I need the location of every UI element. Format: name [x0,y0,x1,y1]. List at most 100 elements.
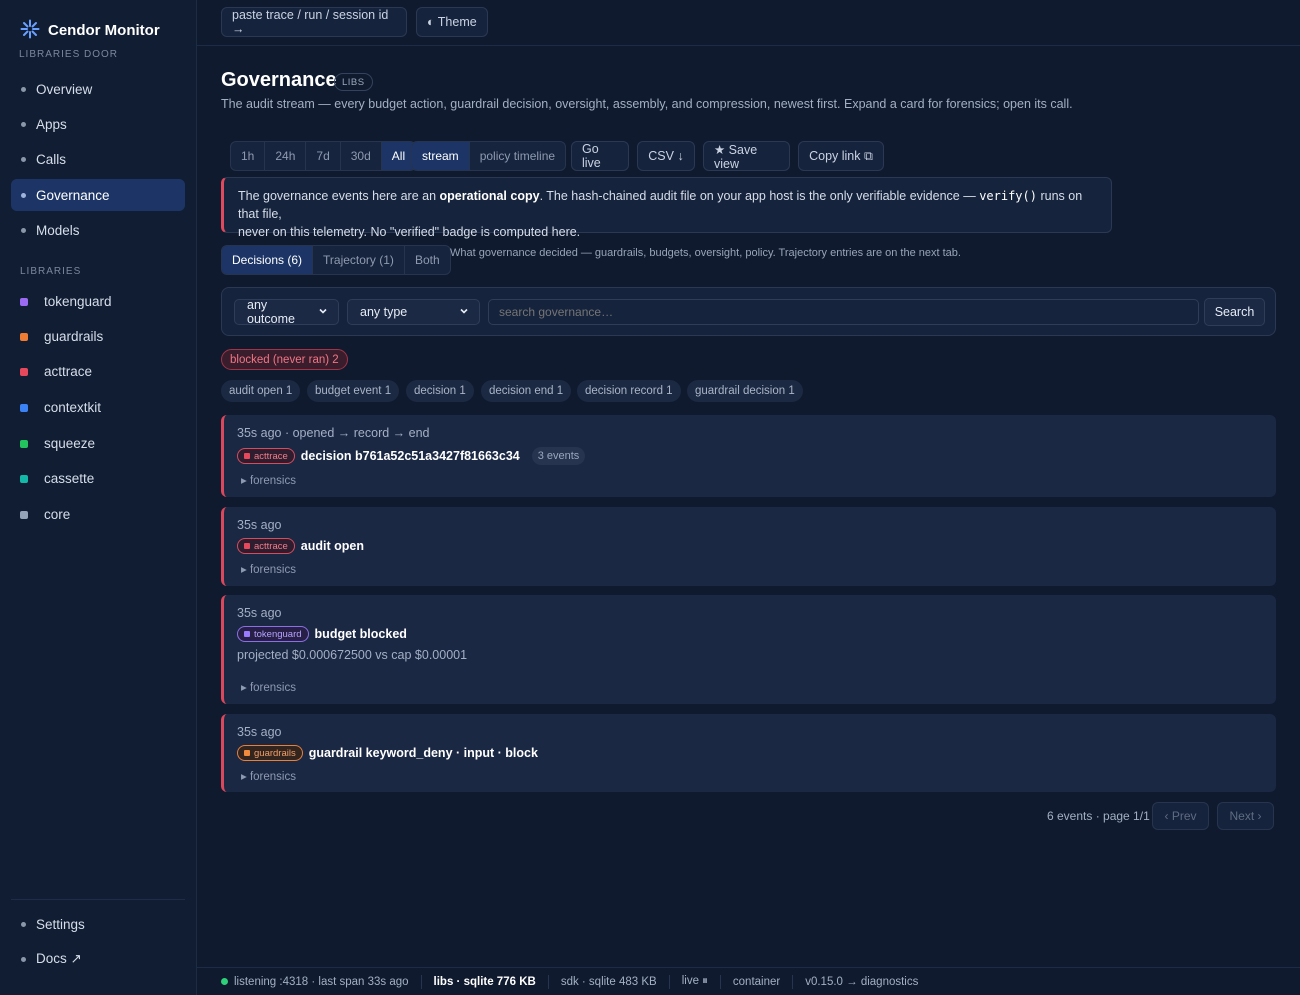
library-item-acttrace[interactable]: acttrace [20,364,92,379]
bullet-icon [21,121,26,127]
bullet-icon [21,86,26,92]
nav-item-settings[interactable]: Settings [11,908,185,940]
go-live-button[interactable]: Go live [571,141,629,171]
nav-item-docs[interactable]: Docs ↗ [11,943,185,975]
event-header: acttrace decision b761a52c51a3427f81663c… [237,447,586,465]
forensics-toggle[interactable]: ▸ forensics [241,680,296,694]
live-toggle[interactable]: live ⏸ [670,974,721,989]
blocked-filter-chip[interactable]: blocked (never ran) 2 [221,349,348,370]
sidebar: Cendor Monitor LIBRARIES DOOR Overview A… [0,0,197,995]
library-color-icon [20,403,28,412]
library-item-contextkit[interactable]: contextkit [20,400,101,415]
event-title: budget blocked [314,627,407,641]
nav-label: Models [36,222,80,238]
page-subtitle: The audit stream — every budget action, … [221,97,1073,111]
event-time: 35s ago [237,725,282,739]
type-chip-audit-open[interactable]: audit open 1 [221,380,301,402]
nav-item-models[interactable]: Models [11,214,185,246]
sdk-db-status: sdk · sqlite 483 KB [549,974,670,989]
tab-both[interactable]: Both [405,246,450,274]
library-color-icon [244,453,250,459]
forensics-toggle[interactable]: ▸ forensics [241,562,296,576]
type-value: any type [360,305,408,319]
library-label: squeeze [44,436,96,451]
library-color-icon [20,474,28,483]
version-link[interactable]: v0.15.0 → diagnostics [793,975,930,989]
library-label: guardrails [44,329,104,344]
forensics-toggle[interactable]: ▸ forensics [241,769,296,783]
type-chip-decision-end[interactable]: decision end 1 [481,380,572,402]
warning-emphasis: operational copy [439,189,540,203]
range-7d[interactable]: 7d [306,142,341,170]
outcome-value: any outcome [247,298,295,326]
tab-decisions[interactable]: Decisions (6) [222,246,314,274]
library-item-core[interactable]: core [20,507,70,522]
bullet-icon [21,956,26,962]
asterisk-logo-icon [20,19,40,42]
warning-line-1: The governance events here are an operat… [238,187,1097,223]
event-card[interactable]: 35s ago acttrace audit open ▸ forensics [221,507,1276,586]
view-stream[interactable]: stream [412,142,470,170]
event-title: decision b761a52c51a3427f81663c34 [300,449,520,463]
library-tag: guardrails [237,745,303,761]
search-button[interactable]: Search [1204,298,1265,326]
event-card[interactable]: 35s ago tokenguard budget blocked projec… [221,595,1276,704]
brand[interactable]: Cendor Monitor [20,19,160,42]
type-chip-decision[interactable]: decision 1 [406,380,474,402]
nav-item-calls[interactable]: Calls [11,143,185,175]
library-label: contextkit [44,400,102,415]
library-tag-label: acttrace [254,450,288,462]
container-status: container [721,974,794,989]
library-item-tokenguard[interactable]: tokenguard [20,294,112,309]
library-item-squeeze[interactable]: squeeze [20,436,95,451]
type-chip-guardrail-decision[interactable]: guardrail decision 1 [687,380,803,402]
filter-bar: any outcome any type Search [221,287,1276,336]
range-1h[interactable]: 1h [231,142,266,170]
trace-search-input[interactable]: paste trace / run / session id → [221,7,407,37]
library-color-icon [244,543,250,549]
type-select[interactable]: any type [347,299,480,325]
library-item-cassette[interactable]: cassette [20,471,94,486]
range-24h[interactable]: 24h [265,142,307,170]
event-card[interactable]: 35s ago guardrails guardrail keyword_den… [221,714,1276,792]
theme-button[interactable]: ◐ Theme [416,7,488,37]
app-subtitle: LIBRARIES DOOR [19,49,119,60]
type-chip-decision-record[interactable]: decision record 1 [577,380,681,402]
library-item-guardrails[interactable]: guardrails [20,329,103,344]
nav-label: Docs ↗ [36,951,82,966]
nav-item-governance[interactable]: Governance [11,179,185,211]
event-time: 35s ago · opened → record → end [237,426,430,440]
live-text: live ⏸ [681,975,708,987]
next-page-button[interactable]: Next › [1217,802,1274,830]
outcome-select[interactable]: any outcome [234,298,339,326]
event-card[interactable]: 35s ago · opened → record → end acttrace… [221,415,1276,497]
warning-text: . The hash-chained audit file on your ap… [539,189,980,203]
live-dot-icon [221,978,228,985]
save-view-button[interactable]: ★ Save view [703,141,790,171]
copy-link-button[interactable]: Copy link ⧉ [798,141,884,171]
event-time: 35s ago [237,518,282,532]
prev-page-button[interactable]: ‹ Prev [1152,802,1209,830]
tab-hint: What governance decided — guardrails, bu… [450,247,961,259]
tab-trajectory[interactable]: Trajectory (1) [313,246,405,274]
warning-text: The governance events here are an [238,189,440,203]
type-chip-budget-event[interactable]: budget event 1 [307,380,400,402]
forensics-toggle[interactable]: ▸ forensics [241,473,296,487]
range-30d[interactable]: 30d [341,142,382,170]
view-policy-timeline[interactable]: policy timeline [470,142,565,170]
csv-export-button[interactable]: CSV ↓ [637,141,695,171]
app-name: Cendor Monitor [48,22,160,39]
library-tag: acttrace [237,538,295,554]
nav-item-apps[interactable]: Apps [11,108,185,140]
nav-item-overview[interactable]: Overview [11,73,185,105]
nav-label: Overview [36,81,93,97]
governance-search-input[interactable] [488,299,1199,325]
event-header: acttrace audit open [237,538,364,554]
event-count-badge: 3 events [531,447,586,465]
event-time: 35s ago [237,606,282,620]
nav-label: Settings [36,916,85,932]
libs-badge: LIBS [334,73,373,91]
status-bar: listening :4318 · last span 33s ago libs… [197,967,1300,995]
bullet-icon [21,227,26,233]
library-color-icon [20,297,28,306]
